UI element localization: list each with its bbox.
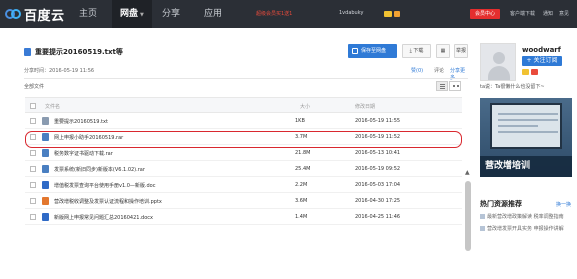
- file-size: 21.8M: [295, 150, 311, 156]
- notifications-link[interactable]: 通知: [543, 10, 553, 17]
- file-name-link[interactable]: 新版网上申报常见问题汇总20160421.docx: [54, 214, 153, 221]
- feedback-link[interactable]: 意见: [559, 10, 569, 17]
- document-icon: [480, 226, 485, 231]
- grid-view-button[interactable]: [449, 81, 461, 91]
- username-dropdown[interactable]: 1vdabuky: [339, 10, 363, 16]
- ad-caption[interactable]: 营改增培训: [480, 156, 572, 177]
- file-name-link[interactable]: 营改增税收调整及发票认证流程和操作培训.pptx: [54, 198, 162, 205]
- refresh-recommendations-link[interactable]: 换一换: [556, 201, 571, 208]
- file-size: 1.4M: [295, 214, 308, 220]
- document-icon: [480, 214, 485, 219]
- cloud-logo-icon: [5, 9, 21, 19]
- share-time: 分享时间：2016-05-19 11:56: [24, 68, 95, 74]
- file-date: 2016-05-13 10:41: [355, 150, 401, 156]
- download-button-label: 下载: [413, 48, 424, 54]
- file-size: 1KB: [295, 118, 305, 124]
- hot-resource-item[interactable]: 营改增发票开具实务 申报操作讲解: [480, 225, 564, 232]
- file-date: 2016-04-30 17:25: [355, 198, 401, 204]
- highlight-annotation: [25, 131, 462, 148]
- table-row[interactable]: 发票系统(新旧同步)新版本(V6.1.02).rar 25.4M 2016-05…: [25, 161, 462, 177]
- list-view-button[interactable]: [436, 81, 448, 91]
- row-checkbox[interactable]: [30, 166, 36, 172]
- nav-home[interactable]: 主页: [79, 0, 97, 28]
- comment-link[interactable]: 评论: [434, 67, 444, 74]
- nav-netdisk[interactable]: 网盘 ▼: [112, 0, 152, 28]
- save-to-netdisk-button[interactable]: 保存至网盘: [348, 44, 397, 58]
- nav-netdisk-label: 网盘: [120, 9, 139, 19]
- share-title: 重要提示20160519.txt等: [35, 48, 123, 56]
- row-checkbox[interactable]: [30, 198, 36, 204]
- table-header: 文件名 大小 修改日期: [25, 97, 462, 113]
- hot-resources-title: 热门资源推荐: [480, 200, 522, 208]
- hot-resource-item[interactable]: 最新营改增政策解读 税率调整指南: [480, 213, 564, 220]
- chevron-down-icon: ▼: [140, 12, 144, 18]
- column-header-size[interactable]: 大小: [300, 103, 310, 110]
- vip-badge-icon: [522, 69, 529, 75]
- hot-resource-label: 最新营改增政策解读 税率调整指南: [487, 214, 564, 220]
- like-link[interactable]: 赞(0): [411, 67, 423, 74]
- word-file-icon: [42, 213, 49, 221]
- table-row[interactable]: 新版网上申报常见问题汇总20160421.docx 1.4M 2016-04-2…: [25, 209, 462, 225]
- table-row[interactable]: 营改增税收调整及发票认证流程和操作培训.pptx 3.6M 2016-04-30…: [25, 193, 462, 209]
- more-actions-button[interactable]: ▦: [436, 44, 450, 58]
- nav-apps[interactable]: 应用: [204, 0, 222, 28]
- word-file-icon: [42, 181, 49, 189]
- file-name-link[interactable]: 重要提示20160519.txt: [54, 118, 108, 125]
- client-download-link[interactable]: 客户端下载: [510, 10, 535, 17]
- nav-share[interactable]: 分享: [162, 0, 180, 28]
- ad-screen-image: [490, 103, 562, 149]
- file-list-table: 文件名 大小 修改日期 重要提示20160519.txt 1KB 2016-05…: [25, 97, 462, 225]
- row-checkbox[interactable]: [30, 182, 36, 188]
- avatar[interactable]: [480, 43, 516, 81]
- more-icon: ▦: [440, 48, 446, 54]
- table-row[interactable]: 重要提示20160519.txt 1KB 2016-05-19 11:55: [25, 113, 462, 129]
- sharer-username[interactable]: woodwarf: [522, 46, 561, 54]
- level-badge-icon: [531, 69, 538, 75]
- file-date: 2016-04-25 11:46: [355, 214, 401, 220]
- top-navigation-bar: 百度云 主页 网盘 ▼ 分享 应用 超级会员买1送1 1vdabuky 会员中心 …: [0, 0, 577, 28]
- scroll-up-icon[interactable]: ▲: [465, 169, 470, 176]
- vip-promo-link[interactable]: 超级会员买1送1: [256, 10, 292, 17]
- sharer-description: ta说：Ta很懒什么也没留下~: [480, 84, 545, 90]
- txt-file-icon: [42, 117, 49, 125]
- file-size: 25.4M: [295, 166, 311, 172]
- logo-text: 百度云: [24, 8, 65, 24]
- level-badge-icon: [394, 11, 400, 17]
- row-checkbox[interactable]: [30, 214, 36, 220]
- vip-badge-icon: [384, 11, 392, 17]
- column-header-name[interactable]: 文件名: [45, 103, 60, 110]
- file-date: 2016-05-19 11:55: [355, 118, 401, 124]
- divider: [24, 78, 468, 79]
- follow-button[interactable]: + 关注订阅: [522, 56, 562, 66]
- file-date: 2016-05-19 09:52: [355, 166, 401, 172]
- archive-file-icon: [42, 165, 49, 173]
- powerpoint-file-icon: [42, 197, 49, 205]
- file-name-link[interactable]: 税务数字证书驱动下载.rar: [54, 150, 113, 157]
- file-size: 2.2M: [295, 182, 308, 188]
- file-icon: [24, 48, 31, 56]
- column-header-date[interactable]: 修改日期: [355, 103, 375, 110]
- baidu-cloud-logo[interactable]: 百度云: [5, 6, 65, 24]
- file-date: 2016-05-03 17:04: [355, 182, 401, 188]
- file-name-link[interactable]: 增值税发票查询平台使用手册v1.0—新版.doc: [54, 182, 155, 189]
- breadcrumb-all-files[interactable]: 全部文件: [24, 83, 44, 90]
- select-all-checkbox[interactable]: [30, 103, 36, 109]
- file-name-link[interactable]: 发票系统(新旧同步)新版本(V6.1.02).rar: [54, 166, 145, 173]
- report-button[interactable]: 举报: [454, 44, 468, 58]
- file-list-scrollbar[interactable]: ▲: [465, 163, 471, 279]
- table-row[interactable]: 增值税发票查询平台使用手册v1.0—新版.doc 2.2M 2016-05-03…: [25, 177, 462, 193]
- file-size: 3.6M: [295, 198, 308, 204]
- archive-file-icon: [42, 149, 49, 157]
- save-icon: [352, 48, 358, 54]
- sharer-sidebar: woodwarf + 关注订阅 ta说：Ta很懒什么也没留下~ 营改增培训 热门…: [476, 38, 577, 241]
- member-center-button[interactable]: 会员中心: [470, 9, 500, 19]
- hot-resource-label: 营改增发票开具实务 申报操作讲解: [487, 226, 564, 232]
- row-checkbox[interactable]: [30, 118, 36, 124]
- download-icon: ⤓: [409, 48, 412, 54]
- save-button-label: 保存至网盘: [361, 48, 387, 54]
- row-checkbox[interactable]: [30, 150, 36, 156]
- download-button[interactable]: ⤓ 下载: [402, 44, 431, 58]
